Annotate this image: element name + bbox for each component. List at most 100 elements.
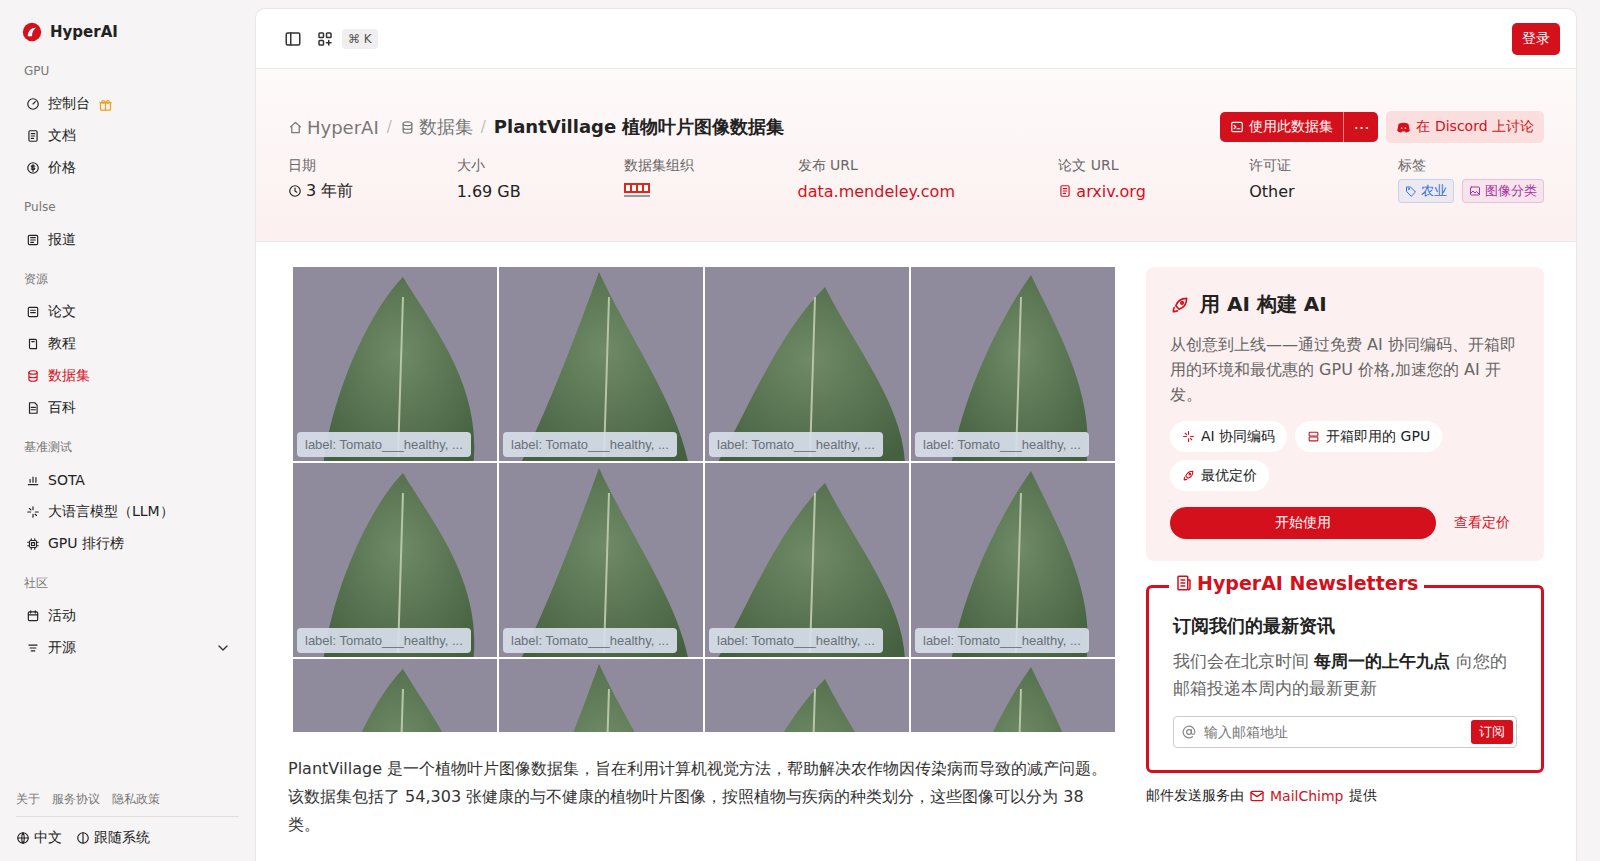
image-label: label: Tomato___healthy, ...	[503, 628, 677, 653]
breadcrumb-item[interactable]: PlantVillage 植物叶片图像数据集	[494, 115, 785, 139]
footer-link[interactable]: 服务协议	[52, 791, 100, 808]
breadcrumb-item[interactable]: 数据集	[400, 115, 473, 139]
clock-icon	[288, 184, 302, 198]
promo-title: 用 AI 构建 AI	[1170, 291, 1520, 318]
breadcrumb-label[interactable]: 数据集	[419, 115, 473, 139]
sidebar-item-label[interactable]: 活动	[48, 607, 76, 625]
preferences: 中文 跟随系统	[16, 817, 239, 849]
mailchimp-link[interactable]: MailChimp	[1270, 788, 1344, 804]
discord-button[interactable]: 在 Discord 上讨论	[1386, 111, 1544, 143]
sidebar-item[interactable]: 报道	[16, 224, 239, 256]
discord-label[interactable]: 在 Discord 上讨论	[1416, 118, 1534, 136]
email-input[interactable]	[1202, 723, 1465, 741]
actions: 使用此数据集 ⋯ 在 Discord 上讨论	[1220, 111, 1544, 143]
image-gallery: label: Tomato___healthy, ...label: Tomat…	[293, 267, 1115, 732]
server-icon	[1307, 430, 1320, 443]
subscribe-button[interactable]: 订阅	[1471, 720, 1513, 744]
more-button[interactable]: ⋯	[1343, 112, 1378, 142]
breadcrumb-label[interactable]: PlantVillage 植物叶片图像数据集	[494, 115, 785, 139]
sidebar-item-label[interactable]: 价格	[48, 159, 76, 177]
meta-value: 农业 图像分类	[1398, 179, 1544, 203]
meta-label: 论文 URL	[1058, 155, 1145, 175]
theme-switch[interactable]: 跟随系统	[76, 829, 150, 847]
theme[interactable]: 跟随系统	[94, 829, 150, 847]
meta-value[interactable]: data.mendeley.com	[798, 179, 955, 203]
login-button[interactable]: 登录	[1512, 23, 1560, 55]
sidebar-item-label[interactable]: 报道	[48, 231, 76, 249]
sidebar-item[interactable]: GPU 排行榜	[16, 528, 239, 560]
sidebar-item[interactable]: 开源	[16, 632, 239, 664]
gallery-image[interactable]	[499, 659, 703, 732]
feature-chip-label: 开箱即用的 GPU	[1326, 428, 1430, 446]
use-dataset-label[interactable]: 使用此数据集	[1249, 118, 1333, 136]
meta-value-text[interactable]: arxiv.org	[1076, 182, 1145, 201]
tag[interactable]: 农业	[1398, 179, 1454, 203]
organization-logo-icon[interactable]	[624, 183, 650, 199]
sidebar-item-label[interactable]: 数据集	[48, 367, 90, 385]
sidebar-item[interactable]: 数据集	[16, 360, 239, 392]
section-title: 资源	[16, 269, 239, 289]
promo-buttons: 开始使用查看定价	[1170, 507, 1520, 539]
sidebar-item[interactable]: 文档	[16, 120, 239, 152]
use-dataset-button[interactable]: 使用此数据集	[1220, 112, 1343, 142]
sidebar-item-label[interactable]: GPU 排行榜	[48, 535, 124, 553]
meta-label: 大小	[457, 155, 521, 175]
gallery-image[interactable]: label: Tomato___healthy, ...	[293, 463, 497, 657]
sidebar-item-label[interactable]: 控制台	[48, 95, 90, 113]
tag-label[interactable]: 图像分类	[1485, 182, 1537, 200]
gallery-image[interactable]: label: Tomato___healthy, ...	[705, 267, 909, 461]
gallery-image[interactable]: label: Tomato___healthy, ...	[293, 267, 497, 461]
document-icon	[1058, 184, 1072, 198]
pricing-link[interactable]: 查看定价	[1454, 514, 1510, 532]
sidebar-item[interactable]: 百科	[16, 392, 239, 424]
tag[interactable]: 图像分类	[1462, 179, 1544, 203]
language-switch[interactable]: 中文	[16, 829, 62, 847]
gallery-image[interactable]	[293, 659, 497, 732]
sidebar-item-label[interactable]: 百科	[48, 399, 76, 417]
at-icon	[1182, 725, 1196, 739]
gallery-image[interactable]: label: Tomato___healthy, ...	[499, 267, 703, 461]
gallery-image[interactable]	[911, 659, 1115, 732]
breadcrumb-label[interactable]: HyperAI	[307, 117, 379, 138]
feature-chip: AI 协同编码	[1170, 421, 1287, 452]
shortcut-badge[interactable]: ⌘ K	[342, 29, 378, 49]
sparkle-icon	[26, 505, 40, 519]
gallery-image[interactable]: label: Tomato___healthy, ...	[705, 463, 909, 657]
sidebar-item[interactable]: 活动	[16, 600, 239, 632]
newsletter-time: 每周一的上午九点	[1314, 651, 1450, 671]
sidebar-item[interactable]: 大语言模型（LLM）	[16, 496, 239, 528]
gallery-image[interactable]	[705, 659, 909, 732]
newsletter-title: HyperAI Newsletters	[1169, 572, 1424, 594]
database-icon	[400, 120, 415, 135]
footer-link[interactable]: 关于	[16, 791, 40, 808]
gallery-image[interactable]: label: Tomato___healthy, ...	[911, 463, 1115, 657]
sidebar-item[interactable]: 价格	[16, 152, 239, 184]
footer-link[interactable]: 隐私政策	[112, 791, 160, 808]
sidebar-item-label[interactable]: SOTA	[48, 472, 85, 488]
gallery-image[interactable]: label: Tomato___healthy, ...	[499, 463, 703, 657]
sidebar-item[interactable]: SOTA	[16, 464, 239, 496]
sidebar-item-label[interactable]: 开源	[48, 639, 76, 657]
tag-label[interactable]: 农业	[1421, 182, 1447, 200]
breadcrumb-item[interactable]: HyperAI	[288, 117, 379, 138]
language[interactable]: 中文	[34, 829, 62, 847]
brand[interactable]: HyperAI	[16, 18, 239, 46]
sidebar-item-label[interactable]: 教程	[48, 335, 76, 353]
sidebar-item-label[interactable]: 文档	[48, 127, 76, 145]
feature-chip-label: AI 协同编码	[1201, 428, 1275, 446]
newsletter-heading: 订阅我们的最新资讯	[1173, 614, 1517, 638]
meta-value: Other	[1249, 179, 1294, 203]
start-button[interactable]: 开始使用	[1170, 507, 1436, 539]
sidebar-item[interactable]: 控制台	[16, 88, 239, 120]
sidebar-item-label[interactable]: 大语言模型（LLM）	[48, 503, 174, 521]
meta-value[interactable]: arxiv.org	[1058, 179, 1145, 203]
image-label: label: Tomato___healthy, ...	[915, 628, 1089, 653]
sidebar-item[interactable]: 教程	[16, 328, 239, 360]
section-title: 基准测试	[16, 437, 239, 457]
sidebar-item-label[interactable]: 论文	[48, 303, 76, 321]
sidebar-item[interactable]: 论文	[16, 296, 239, 328]
section-title: 社区	[16, 573, 239, 593]
gallery-image[interactable]: label: Tomato___healthy, ...	[911, 267, 1115, 461]
meta-value-text[interactable]: data.mendeley.com	[798, 182, 955, 201]
brand-name[interactable]: HyperAI	[50, 23, 118, 41]
